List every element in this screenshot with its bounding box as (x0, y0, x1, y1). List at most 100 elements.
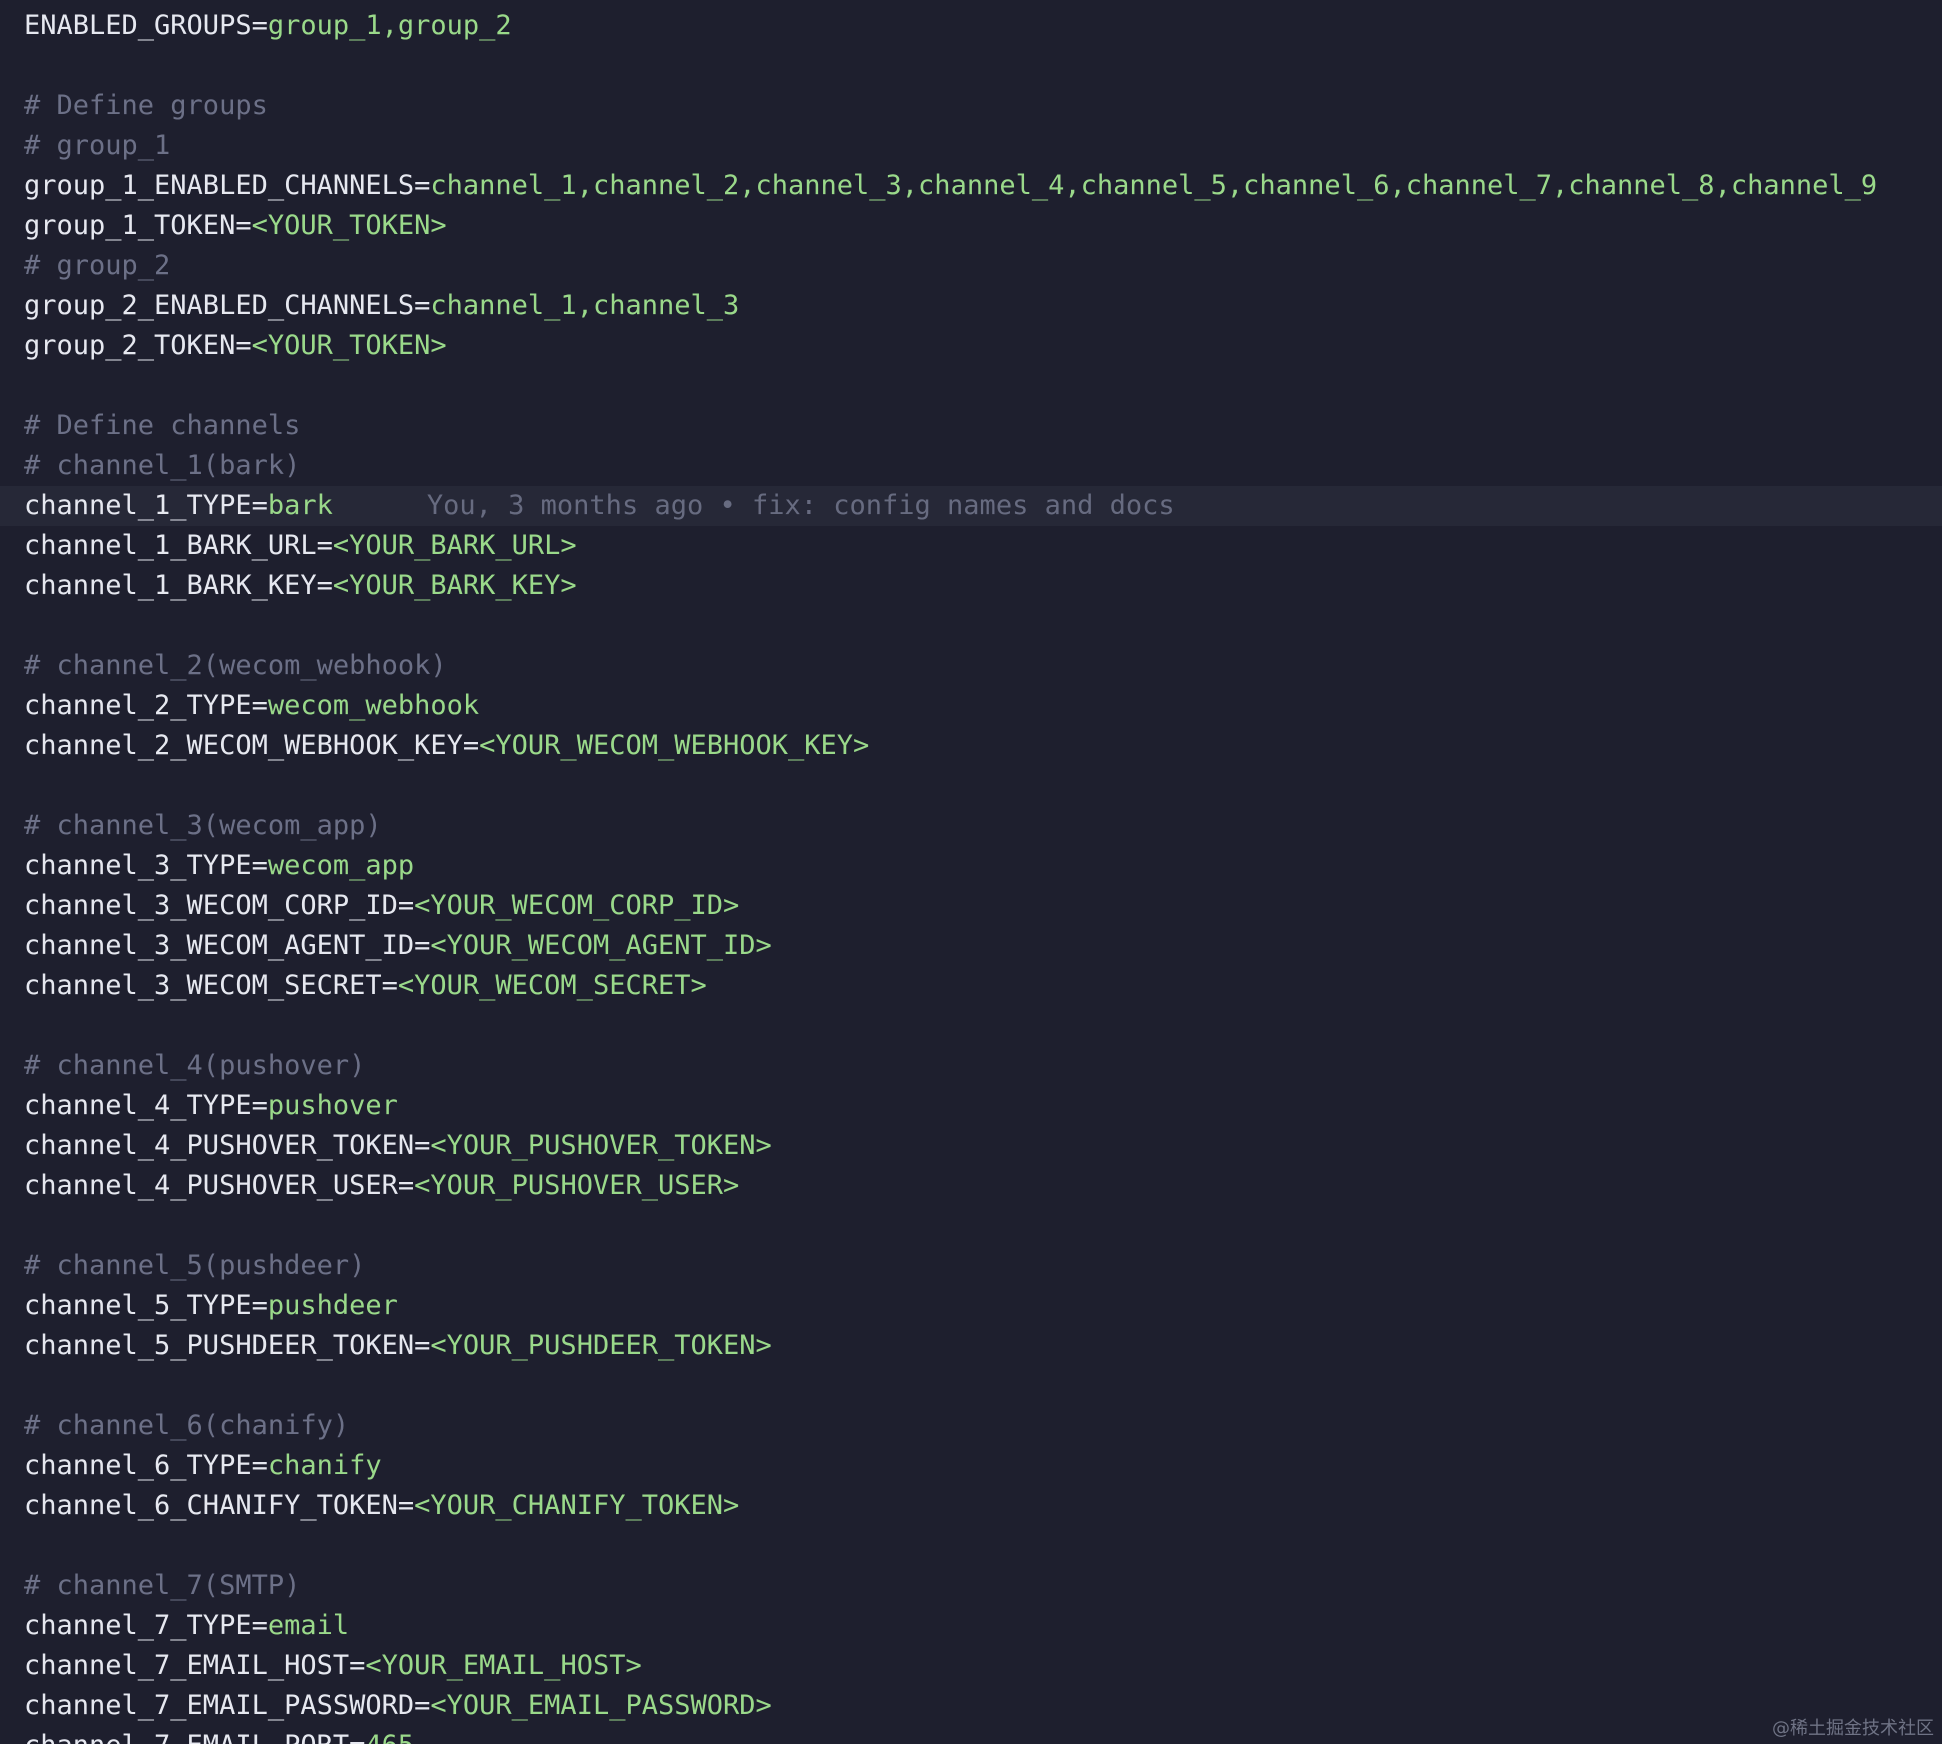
code-line[interactable] (0, 1526, 1942, 1566)
config-key: channel_5_TYPE= (24, 1290, 268, 1321)
code-comment: # Define groups (24, 90, 268, 121)
code-line[interactable]: channel_7_EMAIL_HOST=<YOUR_EMAIL_HOST> (0, 1646, 1942, 1686)
code-line[interactable]: # channel_4(pushover) (0, 1046, 1942, 1086)
code-line[interactable]: group_1_TOKEN=<YOUR_TOKEN> (0, 206, 1942, 246)
code-line[interactable]: channel_2_WECOM_WEBHOOK_KEY=<YOUR_WECOM_… (0, 726, 1942, 766)
code-line[interactable]: channel_5_TYPE=pushdeer (0, 1286, 1942, 1326)
code-line[interactable]: channel_4_PUSHOVER_TOKEN=<YOUR_PUSHOVER_… (0, 1126, 1942, 1166)
code-line[interactable]: channel_3_TYPE=wecom_app (0, 846, 1942, 886)
code-line[interactable]: # channel_5(pushdeer) (0, 1246, 1942, 1286)
config-value: <YOUR_WECOM_WEBHOOK_KEY> (479, 730, 870, 761)
config-key: channel_4_PUSHOVER_USER= (24, 1170, 415, 1201)
config-value: <YOUR_PUSHDEER_TOKEN> (430, 1330, 772, 1361)
code-text: channel_7_EMAIL_HOST=<YOUR_EMAIL_HOST> (24, 1646, 642, 1686)
code-text: channel_4_PUSHOVER_USER=<YOUR_PUSHOVER_U… (24, 1166, 739, 1206)
code-line[interactable]: # channel_2(wecom_webhook) (0, 646, 1942, 686)
code-line[interactable] (0, 1206, 1942, 1246)
config-key: group_2_TOKEN= (24, 330, 252, 361)
code-text: # channel_1(bark) (24, 446, 300, 486)
code-line[interactable]: ENABLED_GROUPS=group_1,group_2 (0, 6, 1942, 46)
config-key: channel_7_EMAIL_PASSWORD= (24, 1690, 431, 1721)
code-line[interactable]: # channel_7(SMTP) (0, 1566, 1942, 1606)
code-line[interactable]: # Define channels (0, 406, 1942, 446)
code-comment: # channel_6(chanify) (24, 1410, 350, 1441)
code-line[interactable]: group_2_TOKEN=<YOUR_TOKEN> (0, 326, 1942, 366)
config-key: channel_1_BARK_KEY= (24, 570, 333, 601)
config-key: channel_3_WECOM_SECRET= (24, 970, 398, 1001)
code-text: channel_3_WECOM_CORP_ID=<YOUR_WECOM_CORP… (24, 886, 739, 926)
config-value: <YOUR_WECOM_CORP_ID> (414, 890, 740, 921)
code-comment: # group_2 (24, 250, 171, 281)
code-line[interactable]: channel_4_TYPE=pushover (0, 1086, 1942, 1126)
code-comment: # channel_5(pushdeer) (24, 1250, 366, 1281)
code-line[interactable]: # channel_1(bark) (0, 446, 1942, 486)
code-line[interactable]: channel_3_WECOM_SECRET=<YOUR_WECOM_SECRE… (0, 966, 1942, 1006)
code-line[interactable] (0, 606, 1942, 646)
code-line[interactable] (0, 1366, 1942, 1406)
code-text: channel_7_EMAIL_PORT=465 (24, 1726, 414, 1744)
config-value: <YOUR_WECOM_AGENT_ID> (430, 930, 772, 961)
code-text: channel_4_TYPE=pushover (24, 1086, 398, 1126)
code-comment: # channel_1(bark) (24, 450, 301, 481)
code-line-current[interactable]: channel_1_TYPE=bark You, 3 months ago • f… (0, 486, 1942, 526)
code-text: channel_3_WECOM_SECRET=<YOUR_WECOM_SECRE… (24, 966, 707, 1006)
config-value: <YOUR_PUSHOVER_TOKEN> (430, 1130, 772, 1161)
config-value: wecom_webhook (267, 690, 480, 721)
code-comment: # channel_4(pushover) (24, 1050, 366, 1081)
code-text: channel_5_PUSHDEER_TOKEN=<YOUR_PUSHDEER_… (24, 1326, 772, 1366)
code-line[interactable] (0, 766, 1942, 806)
code-line[interactable]: channel_7_EMAIL_PORT=465 (0, 1726, 1942, 1744)
code-line[interactable]: channel_4_PUSHOVER_USER=<YOUR_PUSHOVER_U… (0, 1166, 1942, 1206)
code-text: channel_7_TYPE=email (24, 1606, 349, 1646)
code-text: # Define groups (24, 86, 268, 126)
code-comment: # Define channels (24, 410, 301, 441)
code-line[interactable]: channel_3_WECOM_CORP_ID=<YOUR_WECOM_CORP… (0, 886, 1942, 926)
code-editor[interactable]: ENABLED_GROUPS=group_1,group_2 # Define g… (0, 0, 1942, 1744)
code-line[interactable]: # channel_3(wecom_app) (0, 806, 1942, 846)
code-line[interactable]: channel_7_EMAIL_PASSWORD=<YOUR_EMAIL_PAS… (0, 1686, 1942, 1726)
config-key: channel_6_CHANIFY_TOKEN= (24, 1490, 415, 1521)
config-value: <YOUR_EMAIL_HOST> (365, 1650, 642, 1681)
code-text: # channel_3(wecom_app) (24, 806, 382, 846)
config-value: <YOUR_BARK_KEY> (332, 570, 577, 601)
code-line[interactable]: # channel_6(chanify) (0, 1406, 1942, 1446)
config-key: channel_4_TYPE= (24, 1090, 268, 1121)
code-line[interactable]: # Define groups (0, 86, 1942, 126)
code-text: group_2_ENABLED_CHANNELS=channel_1,chann… (24, 286, 739, 326)
config-value: bark (267, 490, 333, 521)
config-key: group_1_ENABLED_CHANNELS= (24, 170, 431, 201)
git-blame-annotation[interactable]: You, 3 months ago • fix: config names an… (427, 490, 1175, 521)
code-text: # channel_2(wecom_webhook) (24, 646, 447, 686)
config-key: channel_7_TYPE= (24, 1610, 268, 1641)
code-line[interactable]: channel_7_TYPE=email (0, 1606, 1942, 1646)
code-line[interactable]: channel_6_CHANIFY_TOKEN=<YOUR_CHANIFY_TO… (0, 1486, 1942, 1526)
code-line[interactable]: channel_5_PUSHDEER_TOKEN=<YOUR_PUSHDEER_… (0, 1326, 1942, 1366)
config-key: channel_2_TYPE= (24, 690, 268, 721)
config-value: <YOUR_CHANIFY_TOKEN> (414, 1490, 740, 1521)
code-text: # channel_7(SMTP) (24, 1566, 300, 1606)
code-line[interactable] (0, 366, 1942, 406)
code-line[interactable]: # group_1 (0, 126, 1942, 166)
code-line[interactable]: channel_1_BARK_URL=<YOUR_BARK_URL> (0, 526, 1942, 566)
code-comment: # channel_2(wecom_webhook) (24, 650, 447, 681)
config-value: <YOUR_TOKEN> (251, 210, 447, 241)
code-text: # channel_6(chanify) (24, 1406, 349, 1446)
config-value: <YOUR_PUSHOVER_USER> (414, 1170, 740, 1201)
code-line[interactable]: channel_3_WECOM_AGENT_ID=<YOUR_WECOM_AGE… (0, 926, 1942, 966)
code-line[interactable]: # group_2 (0, 246, 1942, 286)
config-key: channel_5_PUSHDEER_TOKEN= (24, 1330, 431, 1361)
code-text: group_2_TOKEN=<YOUR_TOKEN> (24, 326, 447, 366)
code-line[interactable]: channel_6_TYPE=chanify (0, 1446, 1942, 1486)
config-value: <YOUR_EMAIL_PASSWORD> (430, 1690, 772, 1721)
config-value: channel_1,channel_3 (430, 290, 740, 321)
code-text: channel_4_PUSHOVER_TOKEN=<YOUR_PUSHOVER_… (24, 1126, 772, 1166)
code-line[interactable] (0, 1006, 1942, 1046)
code-text: # channel_4(pushover) (24, 1046, 365, 1086)
code-text: channel_1_TYPE=bark You, 3 months ago • f… (24, 486, 1175, 526)
code-line[interactable]: channel_1_BARK_KEY=<YOUR_BARK_KEY> (0, 566, 1942, 606)
code-line[interactable]: group_1_ENABLED_CHANNELS=channel_1,chann… (0, 166, 1942, 206)
code-line[interactable] (0, 46, 1942, 86)
code-text: channel_3_WECOM_AGENT_ID=<YOUR_WECOM_AGE… (24, 926, 772, 966)
code-line[interactable]: group_2_ENABLED_CHANNELS=channel_1,chann… (0, 286, 1942, 326)
code-line[interactable]: channel_2_TYPE=wecom_webhook (0, 686, 1942, 726)
